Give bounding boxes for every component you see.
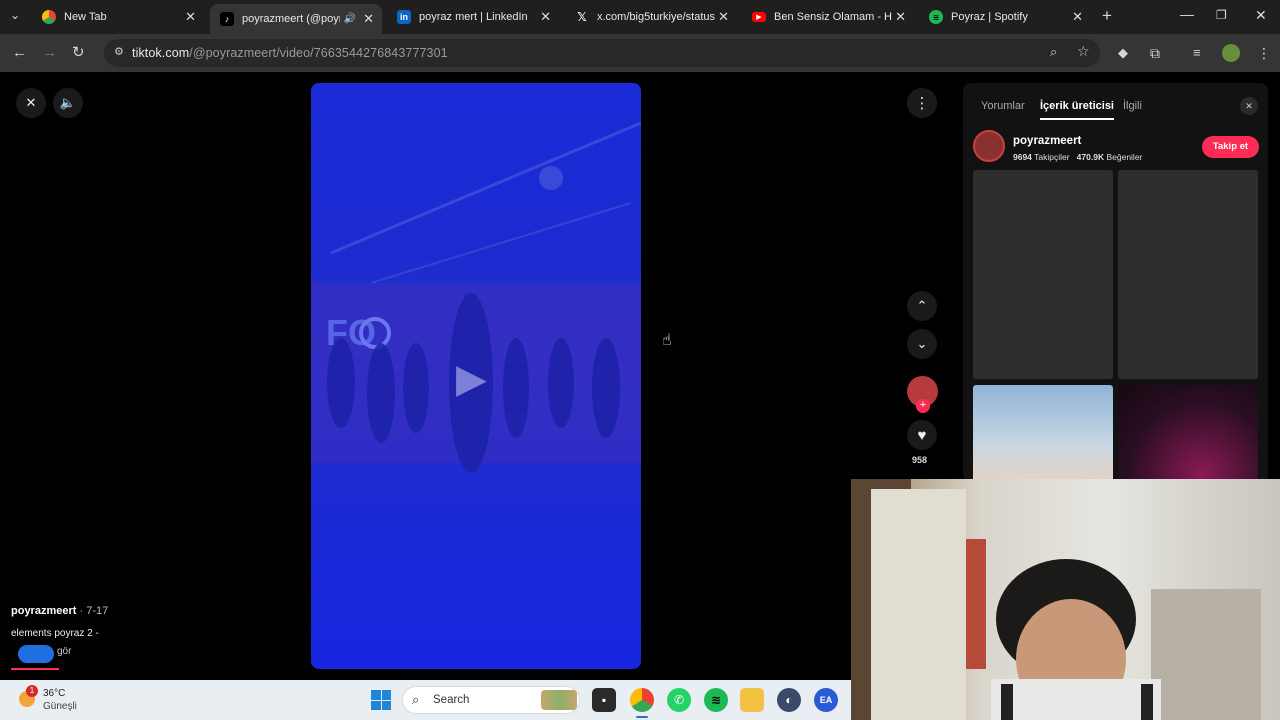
tab-close-icon[interactable]: ✕	[363, 11, 374, 27]
windows-start-icon[interactable]	[371, 690, 391, 710]
chevron-down-icon[interactable]: ⌄	[907, 329, 937, 359]
weather-temp[interactable]: 36°C	[43, 688, 65, 699]
tab-x[interactable]: 𝕏 x.com/big5turkiye/status/1 ✕	[565, 4, 737, 30]
profile-avatar[interactable]	[1222, 44, 1240, 62]
site-info-icon[interactable]: ⚙	[114, 45, 124, 58]
volume-icon[interactable]: 🔈	[53, 88, 83, 118]
video-thumbnail[interactable]	[1118, 170, 1258, 379]
forward-arrow-icon[interactable]: →	[42, 34, 57, 72]
tab-title: poyrazmeert (@poyraz	[242, 13, 340, 25]
new-tab-plus-icon[interactable]: +	[1102, 6, 1112, 26]
tab-spotify[interactable]: ≋ Poyraz | Spotify ✕	[919, 4, 1091, 30]
address-bar[interactable]: ⚙ tiktok.com/@poyrazmeert/video/76635442…	[104, 39, 1100, 67]
minimize-icon[interactable]: —	[1180, 6, 1194, 22]
webcam-overlay	[851, 479, 1280, 720]
url-path: /@poyrazmeert/video/7663544276843777301	[189, 46, 448, 60]
tab-title: Ben Sensiz Olamam - Heat	[774, 11, 892, 23]
tab-title: Poyraz | Spotify	[951, 11, 1028, 23]
tab-close-icon[interactable]: ✕	[1072, 9, 1083, 25]
x-icon: 𝕏	[577, 10, 587, 24]
play-icon[interactable]: ▶	[456, 356, 487, 402]
tiktok-icon: ♪	[220, 12, 234, 26]
tab-new-tab[interactable]: New Tab ✕	[32, 4, 204, 30]
spotify-icon: ≋	[929, 10, 943, 24]
panel-close-icon[interactable]: ✕	[1240, 97, 1258, 115]
puzzle-extensions-icon[interactable]: ⧉	[1150, 34, 1160, 72]
overlay-widget[interactable]	[18, 645, 54, 663]
tab-title: New Tab	[64, 11, 107, 23]
media-control-icon[interactable]: ≡	[1193, 34, 1201, 72]
file-explorer-icon[interactable]	[740, 688, 764, 712]
likes-count: 470.9K	[1076, 152, 1105, 162]
see-more-link[interactable]: gör	[57, 646, 71, 657]
whatsapp-icon[interactable]: ✆	[667, 688, 691, 712]
youtube-icon: ▶	[752, 12, 766, 22]
tab-linkedin[interactable]: in poyraz mert | LinkedIn ✕	[387, 4, 559, 30]
video-thumbnail[interactable]	[973, 170, 1113, 379]
spotify-taskbar-icon[interactable]: ≋	[704, 688, 728, 712]
creator-stats: 9694 Takipçiler 470.9K Beğeniler	[1013, 152, 1142, 162]
taskbar-search-box[interactable]: ⌕ Search	[402, 686, 580, 714]
search-icon: ⌕	[412, 692, 420, 707]
video-caption: elements poyraz 2 -	[11, 628, 99, 639]
video-author-line: poyrazmeert · 7-17	[11, 605, 108, 617]
video-thumbnail[interactable]	[1118, 385, 1258, 483]
video-date: · 7-17	[76, 605, 109, 617]
video-author[interactable]: poyrazmeert	[11, 605, 76, 617]
tab-creator[interactable]: İçerik üreticisi	[1040, 100, 1114, 120]
video-player[interactable]: FO ▶	[311, 83, 641, 669]
likes-label: Beğeniler	[1106, 152, 1143, 162]
close-icon[interactable]: ✕	[16, 88, 46, 118]
search-label: Search	[433, 694, 470, 706]
restore-icon[interactable]: ❐	[1216, 8, 1227, 22]
chrome-taskbar-icon[interactable]	[630, 688, 654, 712]
weather-desc: Güneşli	[43, 701, 77, 712]
task-view-icon[interactable]: ▪	[592, 688, 616, 712]
extension-icon[interactable]: ◆	[1118, 34, 1128, 72]
app-icon[interactable]: ◐	[777, 688, 801, 712]
chrome-icon	[42, 10, 56, 24]
video-thumbnail[interactable]	[973, 385, 1113, 483]
more-menu-icon[interactable]: ⋮	[1257, 34, 1271, 72]
tab-title: poyraz mert | LinkedIn	[419, 11, 528, 23]
active-app-indicator	[636, 716, 648, 718]
heart-icon[interactable]: ♥	[907, 420, 937, 450]
follow-button[interactable]: Takip et	[1202, 136, 1259, 158]
tab-strip: ⌄ New Tab ✕ ♪ poyrazmeert (@poyraz 🔊 ✕ i…	[0, 0, 1280, 34]
bookmark-star-icon[interactable]: ☆	[1077, 43, 1090, 60]
back-arrow-icon[interactable]: ←	[12, 34, 27, 72]
search-highlight-image	[541, 690, 577, 710]
followers-count: 9694	[1013, 152, 1032, 162]
chevron-up-icon[interactable]: ⌃	[907, 291, 937, 321]
follow-plus-icon[interactable]: +	[916, 399, 930, 413]
linkedin-icon: in	[397, 10, 411, 24]
mouse-cursor-icon: ☝	[662, 332, 672, 349]
video-more-icon[interactable]: ⋮	[907, 88, 937, 118]
creator-panel: Yorumlar İçerik üreticisi İlgili ✕ poyra…	[963, 83, 1268, 483]
followers-label: Takipçiler	[1034, 152, 1070, 162]
tab-close-icon[interactable]: ✕	[540, 9, 551, 25]
window-close-icon[interactable]: ✕	[1255, 7, 1267, 24]
tab-related[interactable]: İlgili	[1123, 100, 1142, 112]
zoom-icon[interactable]: ⌕	[1050, 44, 1057, 60]
tab-youtube[interactable]: ▶ Ben Sensiz Olamam - Heat ✕	[742, 4, 914, 30]
tab-search-chevron-icon[interactable]: ⌄	[10, 8, 20, 22]
tab-close-icon[interactable]: ✕	[185, 9, 196, 25]
reload-icon[interactable]: ↻	[72, 34, 85, 72]
tab-close-icon[interactable]: ✕	[895, 9, 906, 25]
creator-username[interactable]: poyrazmeert	[1013, 135, 1081, 147]
creator-avatar[interactable]	[973, 130, 1005, 162]
tab-title: x.com/big5turkiye/status/1	[597, 11, 715, 23]
url-host: tiktok.com	[132, 46, 190, 60]
like-count: 958	[912, 455, 928, 465]
browser-toolbar: ← → ↻ ⚙ tiktok.com/@poyrazmeert/video/76…	[0, 34, 1280, 72]
weather-badge: 1	[26, 685, 38, 697]
webcam-feed	[851, 479, 1261, 720]
tab-comments[interactable]: Yorumlar	[981, 100, 1025, 112]
tab-close-icon[interactable]: ✕	[718, 9, 729, 25]
tab-tiktok[interactable]: ♪ poyrazmeert (@poyraz 🔊 ✕	[210, 4, 382, 34]
ea-app-icon[interactable]: EA	[814, 688, 838, 712]
speaker-icon[interactable]: 🔊	[344, 14, 356, 25]
progress-bar[interactable]	[11, 668, 59, 670]
